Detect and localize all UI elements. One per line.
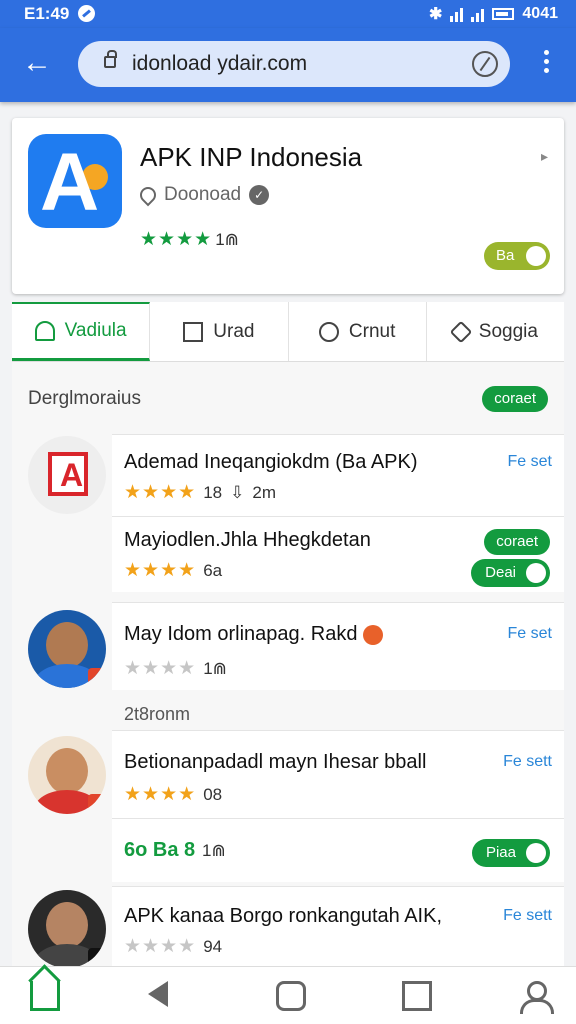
app-title: APK INP Indonesia: [140, 142, 363, 172]
list-item[interactable]: Mayiodlen.Jhla Hhegkdetan coraet ★ ★ ★ ★ 6a…: [112, 516, 564, 592]
url-text[interactable]: idonload ydair.com: [132, 52, 307, 76]
bottom-nav: [0, 966, 576, 1024]
item-rating: ★ ★ ★ ★ 08: [124, 784, 223, 805]
arrow-icon: [526, 563, 546, 583]
app-card[interactable]: A APK INP Indonesia Doonoad ✓ ★ ★ ★ ★ 1⋒ ▸ …: [12, 118, 564, 294]
address-bar[interactable]: idonload ydair.com: [78, 41, 510, 87]
chevron-right-icon[interactable]: ▸: [541, 148, 548, 165]
verified-icon: [363, 624, 384, 645]
heart-icon: [318, 321, 339, 342]
avatar: [28, 890, 106, 966]
item-rating: ★ ★ ★ ★ 18 ⇩ 2m: [124, 482, 276, 503]
avatar: [28, 736, 106, 814]
item-link[interactable]: Fe sett: [503, 907, 552, 925]
item-rating: ★ ★ ★ ★ 6a: [124, 560, 223, 581]
item-rating: ★ ★ ★ ★ 1⋒: [124, 658, 227, 679]
arrow-icon: [526, 246, 546, 266]
square-icon: [183, 321, 204, 342]
list-item[interactable]: APK kanaa Borgo ronkangutah AIK, Fe sett…: [112, 886, 564, 966]
item-title: APK kanaa Borgo ronkangutah AIK,: [124, 905, 442, 927]
item-link[interactable]: Fe set: [508, 625, 552, 643]
app-logo: A: [28, 134, 122, 228]
item-title: Betionanpadadl mayn Ihesar bball: [124, 751, 427, 773]
avatar: [28, 610, 106, 688]
item-action-button[interactable]: Piaa: [471, 839, 550, 867]
section-title: Derglmoraius: [28, 388, 141, 409]
battery-text: 4041: [522, 5, 558, 22]
more-menu-icon[interactable]: [544, 50, 550, 77]
item-green-text: 6o Ba 8: [124, 839, 196, 861]
app-subtitle: Doonoad ✓: [136, 183, 270, 207]
profile-icon[interactable]: [520, 981, 554, 1014]
app-action-button[interactable]: Ba: [484, 242, 550, 270]
item-title: Mayiodlen.Jhla Hhegkdetan: [124, 529, 371, 551]
item-link[interactable]: Fe set: [508, 453, 552, 471]
item-title: Ademad Ineqangiokdm (Ba APK): [124, 451, 418, 473]
dnd-icon: [78, 5, 95, 22]
verified-icon: ✓: [249, 185, 270, 205]
avatar: [28, 436, 106, 514]
tab-bar: Vadiula Urad Crnut Soggia: [12, 302, 564, 362]
status-bar: E1:49 ✱ 4041: [0, 0, 576, 28]
lock-icon: [104, 50, 117, 68]
item-title: May Idom orlinapag. Rakd: [124, 623, 384, 646]
list-item[interactable]: Betionanpadadl mayn Ihesar bball Fe sett…: [112, 730, 564, 818]
reader-mode-icon[interactable]: [472, 51, 498, 77]
list-item[interactable]: Ademad Ineqangiokdm (Ba APK) Fe set ★ ★ ★ ★…: [112, 434, 564, 516]
item-link[interactable]: Fe sett: [503, 753, 552, 771]
list-item[interactable]: May Idom orlinapag. Rakd Fe set ★ ★ ★ ★ 1⋒: [112, 602, 564, 690]
tab-urad[interactable]: Urad: [150, 302, 289, 361]
share-icon: [449, 320, 473, 343]
battery-icon: [492, 8, 515, 20]
home-outline-icon: [34, 321, 55, 341]
list-item[interactable]: 6o Ba 8 1⋒ Piaa: [112, 818, 564, 882]
square-icon[interactable]: [402, 981, 432, 1011]
app-list: Derglmoraius coraet Ademad Ineqangiokdm …: [12, 362, 564, 966]
download-icon: ⇩: [230, 483, 245, 502]
signal-icon: [450, 6, 464, 22]
back-arrow-icon[interactable]: ←: [22, 48, 54, 80]
item-rating: ★ ★ ★ ★ 94: [124, 936, 223, 957]
section-badge[interactable]: coraet: [482, 386, 548, 412]
recents-icon[interactable]: [276, 981, 306, 1011]
tab-vadiula[interactable]: Vadiula: [12, 302, 151, 361]
browser-toolbar: ← idonload ydair.com: [0, 28, 576, 102]
separator-label: 2t8ronm: [124, 704, 191, 724]
item-action-button[interactable]: Deai: [471, 559, 550, 587]
item-rating: 1⋒: [202, 841, 226, 860]
status-icons: ✱ 4041: [429, 4, 558, 24]
home-icon[interactable]: [30, 981, 60, 1011]
bluetooth-icon: ✱: [429, 6, 443, 23]
rating-stars: ★ ★ ★ ★: [140, 229, 212, 250]
tab-crnut[interactable]: Crnut: [289, 302, 427, 361]
arrow-icon: [526, 843, 546, 863]
wifi-icon: [471, 6, 485, 22]
tab-soggia[interactable]: Soggia: [427, 302, 564, 361]
app-rating: ★ ★ ★ ★ 1⋒: [140, 229, 239, 250]
back-icon[interactable]: [148, 981, 168, 1007]
status-time: E1:49: [24, 4, 70, 23]
item-badge[interactable]: coraet: [484, 529, 550, 555]
location-icon: [136, 183, 160, 207]
